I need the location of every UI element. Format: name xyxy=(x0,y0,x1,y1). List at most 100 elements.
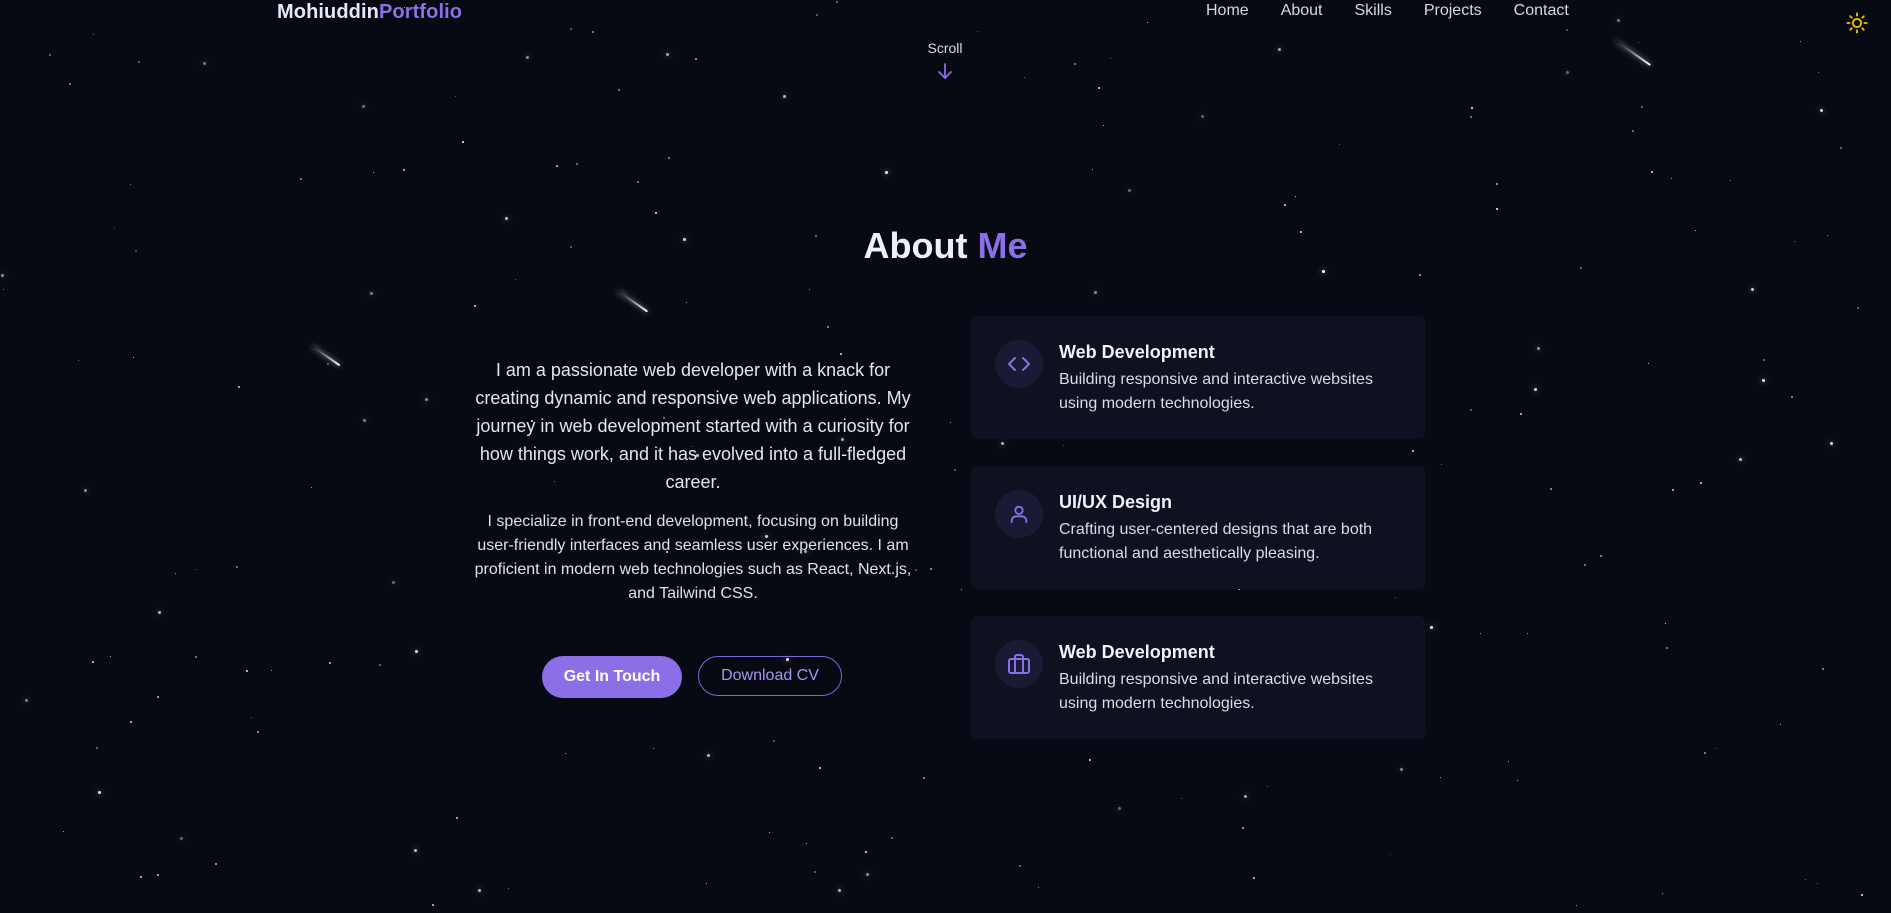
star xyxy=(1822,668,1824,670)
about-text: I am a passionate web developer with a k… xyxy=(470,356,916,606)
star xyxy=(138,61,140,63)
star xyxy=(1441,464,1443,466)
star xyxy=(1632,130,1634,132)
star xyxy=(236,566,238,568)
star xyxy=(327,363,329,365)
star xyxy=(1400,768,1403,771)
star xyxy=(806,843,808,845)
star xyxy=(653,748,655,750)
star xyxy=(238,386,240,388)
star xyxy=(515,279,517,281)
star xyxy=(63,831,65,833)
star xyxy=(556,165,558,167)
card-description: Building responsive and interactive webs… xyxy=(1059,371,1373,412)
nav-about[interactable]: About xyxy=(1281,2,1323,20)
star xyxy=(1242,827,1244,829)
star xyxy=(1651,171,1653,173)
logo-suffix: Portfolio xyxy=(378,1,463,23)
about-paragraph-1: I am a passionate web developer with a k… xyxy=(475,360,911,492)
star xyxy=(1857,307,1859,309)
star xyxy=(1496,208,1498,210)
star xyxy=(1791,396,1793,398)
star xyxy=(840,353,842,355)
star xyxy=(1103,125,1105,127)
star xyxy=(130,184,132,186)
main-nav: Home About Skills Projects Contact xyxy=(1206,2,1569,20)
shooting-star xyxy=(617,290,649,313)
sun-icon xyxy=(1846,12,1868,34)
nav-home[interactable]: Home xyxy=(1206,2,1249,20)
scroll-indicator[interactable]: Scroll xyxy=(920,40,970,80)
star xyxy=(930,568,932,570)
star xyxy=(130,721,132,723)
star xyxy=(1716,748,1718,750)
star xyxy=(695,58,697,60)
star xyxy=(98,791,101,794)
star xyxy=(1267,786,1269,788)
card-icon-wrap xyxy=(995,640,1043,688)
card-title: Web Development xyxy=(1059,642,1215,662)
star xyxy=(1566,71,1569,74)
star xyxy=(133,357,135,359)
star xyxy=(1527,633,1529,635)
star xyxy=(1662,893,1664,895)
star xyxy=(1641,106,1643,108)
star xyxy=(84,489,87,492)
star xyxy=(462,141,464,143)
star xyxy=(96,747,98,749)
star xyxy=(838,889,841,892)
star xyxy=(157,696,159,698)
star xyxy=(827,326,829,328)
logo-name: Mohiuddin xyxy=(277,1,379,23)
service-card-ui-ux-design: UI/UX Design Crafting user-centered desi… xyxy=(971,466,1425,589)
star xyxy=(300,178,302,180)
star xyxy=(140,876,142,878)
star xyxy=(1278,48,1281,51)
theme-toggle-button[interactable] xyxy=(1846,12,1868,34)
logo[interactable]: MohiuddinPortfolio xyxy=(277,1,462,24)
star xyxy=(1800,41,1802,43)
star xyxy=(1817,883,1819,885)
star xyxy=(783,95,786,98)
star xyxy=(508,888,510,890)
star xyxy=(1201,115,1204,118)
star xyxy=(1700,482,1702,484)
get-in-touch-button[interactable]: Get In Touch xyxy=(542,656,682,698)
star xyxy=(1751,288,1754,291)
star xyxy=(707,754,710,757)
star xyxy=(379,664,381,666)
card-icon-wrap xyxy=(995,340,1043,388)
briefcase-icon xyxy=(1008,654,1030,674)
star xyxy=(1295,196,1297,198)
about-paragraph-2: I specialize in front-end development, f… xyxy=(474,513,912,602)
star xyxy=(1118,807,1121,810)
star xyxy=(950,422,952,424)
star xyxy=(1024,77,1026,79)
title-me: Me xyxy=(977,225,1028,266)
nav-contact[interactable]: Contact xyxy=(1514,2,1569,20)
star xyxy=(954,469,956,471)
nav-skills[interactable]: Skills xyxy=(1355,2,1392,20)
download-cv-button[interactable]: Download CV xyxy=(698,656,842,696)
star xyxy=(215,863,217,865)
nav-projects[interactable]: Projects xyxy=(1424,2,1482,20)
star xyxy=(478,889,481,892)
star xyxy=(1038,887,1040,889)
star xyxy=(769,832,771,834)
star xyxy=(1780,724,1782,726)
star xyxy=(1672,489,1674,491)
star xyxy=(686,302,688,304)
star xyxy=(474,305,476,307)
star xyxy=(246,670,248,672)
star xyxy=(977,31,979,33)
star xyxy=(1339,144,1341,146)
star xyxy=(93,34,95,36)
star xyxy=(1763,359,1765,361)
star xyxy=(456,817,458,819)
star xyxy=(3,289,5,291)
star xyxy=(1074,63,1076,65)
star xyxy=(1470,116,1472,118)
star xyxy=(455,96,457,98)
star xyxy=(196,569,198,571)
star xyxy=(1840,147,1842,149)
